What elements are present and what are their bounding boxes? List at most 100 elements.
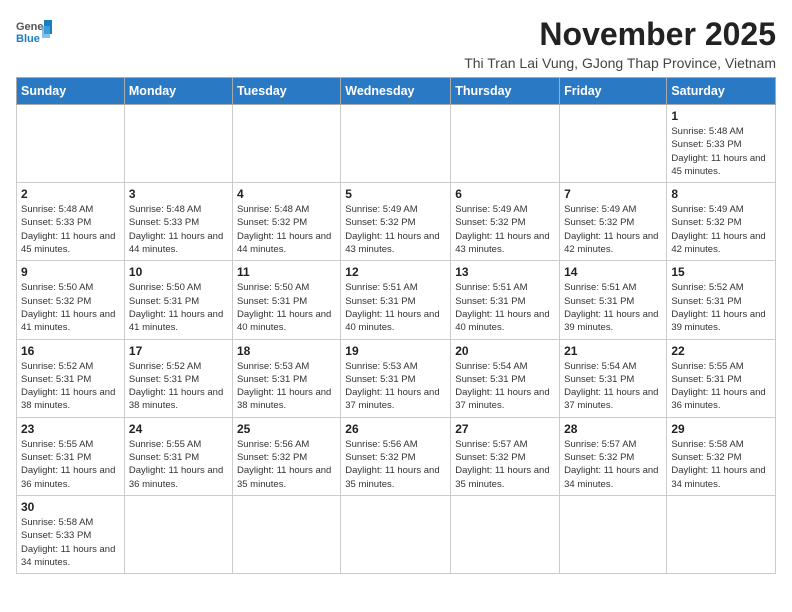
calendar-cell: 26 Sunrise: 5:56 AMSunset: 5:32 PMDayligh…	[341, 417, 451, 495]
cell-day-number: 1	[671, 109, 771, 123]
calendar-cell: 14 Sunrise: 5:51 AMSunset: 5:31 PMDayligh…	[560, 261, 667, 339]
cell-info: Sunrise: 5:51 AMSunset: 5:31 PMDaylight:…	[345, 281, 446, 334]
svg-text:Blue: Blue	[16, 33, 40, 45]
month-title: November 2025	[464, 16, 776, 53]
cell-info: Sunrise: 5:55 AMSunset: 5:31 PMDaylight:…	[129, 438, 228, 491]
calendar-cell: 1Sunrise: 5:48 AMSunset: 5:33 PMDaylight…	[667, 105, 776, 183]
calendar-cell: 30Sunrise: 5:58 AMSunset: 5:33 PMDayligh…	[17, 495, 125, 573]
cell-info: Sunrise: 5:56 AMSunset: 5:32 PMDaylight:…	[237, 438, 336, 491]
calendar-cell: 28 Sunrise: 5:57 AMSunset: 5:32 PMDayligh…	[560, 417, 667, 495]
cell-info: Sunrise: 5:48 AMSunset: 5:33 PMDaylight:…	[21, 203, 120, 256]
calendar-cell: 10 Sunrise: 5:50 AMSunset: 5:31 PMDayligh…	[124, 261, 232, 339]
calendar-cell: 24Sunrise: 5:55 AMSunset: 5:31 PMDayligh…	[124, 417, 232, 495]
title-area: November 2025 Thi Tran Lai Vung, GJong T…	[464, 16, 776, 71]
week-row-2: 2 Sunrise: 5:48 AMSunset: 5:33 PMDaylight…	[17, 183, 776, 261]
cell-day-number: 20	[455, 344, 555, 358]
cell-day-number: 26	[345, 422, 446, 436]
calendar-cell: 5 Sunrise: 5:49 AMSunset: 5:32 PMDaylight…	[341, 183, 451, 261]
cell-info: Sunrise: 5:50 AMSunset: 5:31 PMDaylight:…	[237, 281, 336, 334]
cell-day-number: 28	[564, 422, 662, 436]
calendar-cell: 29 Sunrise: 5:58 AMSunset: 5:32 PMDayligh…	[667, 417, 776, 495]
cell-info: Sunrise: 5:51 AMSunset: 5:31 PMDaylight:…	[564, 281, 662, 334]
header-saturday: Saturday	[667, 78, 776, 105]
cell-day-number: 27	[455, 422, 555, 436]
cell-info: Sunrise: 5:53 AMSunset: 5:31 PMDaylight:…	[345, 360, 446, 413]
cell-info: Sunrise: 5:50 AMSunset: 5:32 PMDaylight:…	[21, 281, 120, 334]
calendar-cell	[232, 495, 340, 573]
calendar-cell	[17, 105, 125, 183]
cell-day-number: 6	[455, 187, 555, 201]
cell-day-number: 4	[237, 187, 336, 201]
calendar-cell	[124, 495, 232, 573]
calendar-cell: 19 Sunrise: 5:53 AMSunset: 5:31 PMDayligh…	[341, 339, 451, 417]
header-tuesday: Tuesday	[232, 78, 340, 105]
calendar-cell: 9 Sunrise: 5:50 AMSunset: 5:32 PMDaylight…	[17, 261, 125, 339]
calendar-cell: 20 Sunrise: 5:54 AMSunset: 5:31 PMDayligh…	[451, 339, 560, 417]
cell-day-number: 30	[21, 500, 120, 514]
calendar-cell: 18 Sunrise: 5:53 AMSunset: 5:31 PMDayligh…	[232, 339, 340, 417]
cell-day-number: 22	[671, 344, 771, 358]
header-thursday: Thursday	[451, 78, 560, 105]
cell-day-number: 10	[129, 265, 228, 279]
cell-info: Sunrise: 5:54 AMSunset: 5:31 PMDaylight:…	[564, 360, 662, 413]
header-sunday: Sunday	[17, 78, 125, 105]
calendar-cell: 12 Sunrise: 5:51 AMSunset: 5:31 PMDayligh…	[341, 261, 451, 339]
cell-info: Sunrise: 5:52 AMSunset: 5:31 PMDaylight:…	[671, 281, 771, 334]
week-row-6: 30Sunrise: 5:58 AMSunset: 5:33 PMDayligh…	[17, 495, 776, 573]
logo: General Blue	[16, 16, 52, 48]
cell-info: Sunrise: 5:57 AMSunset: 5:32 PMDaylight:…	[455, 438, 555, 491]
cell-day-number: 5	[345, 187, 446, 201]
cell-day-number: 18	[237, 344, 336, 358]
calendar: SundayMondayTuesdayWednesdayThursdayFrid…	[16, 77, 776, 574]
cell-day-number: 16	[21, 344, 120, 358]
week-row-5: 23Sunrise: 5:55 AMSunset: 5:31 PMDayligh…	[17, 417, 776, 495]
cell-info: Sunrise: 5:50 AMSunset: 5:31 PMDaylight:…	[129, 281, 228, 334]
cell-day-number: 8	[671, 187, 771, 201]
cell-day-number: 15	[671, 265, 771, 279]
cell-info: Sunrise: 5:53 AMSunset: 5:31 PMDaylight:…	[237, 360, 336, 413]
calendar-cell: 4 Sunrise: 5:48 AMSunset: 5:32 PMDaylight…	[232, 183, 340, 261]
cell-day-number: 29	[671, 422, 771, 436]
cell-day-number: 11	[237, 265, 336, 279]
cell-info: Sunrise: 5:54 AMSunset: 5:31 PMDaylight:…	[455, 360, 555, 413]
cell-info: Sunrise: 5:58 AMSunset: 5:32 PMDaylight:…	[671, 438, 771, 491]
header-monday: Monday	[124, 78, 232, 105]
week-row-1: 1Sunrise: 5:48 AMSunset: 5:33 PMDaylight…	[17, 105, 776, 183]
cell-info: Sunrise: 5:49 AMSunset: 5:32 PMDaylight:…	[455, 203, 555, 256]
header: General Blue November 2025 Thi Tran Lai …	[16, 16, 776, 71]
cell-info: Sunrise: 5:48 AMSunset: 5:33 PMDaylight:…	[129, 203, 228, 256]
calendar-cell: 22Sunrise: 5:55 AMSunset: 5:31 PMDayligh…	[667, 339, 776, 417]
cell-info: Sunrise: 5:49 AMSunset: 5:32 PMDaylight:…	[345, 203, 446, 256]
calendar-cell	[232, 105, 340, 183]
cell-info: Sunrise: 5:52 AMSunset: 5:31 PMDaylight:…	[21, 360, 120, 413]
cell-day-number: 9	[21, 265, 120, 279]
day-header-row: SundayMondayTuesdayWednesdayThursdayFrid…	[17, 78, 776, 105]
cell-day-number: 13	[455, 265, 555, 279]
calendar-cell	[451, 105, 560, 183]
logo-icon: General Blue	[16, 16, 52, 48]
cell-day-number: 14	[564, 265, 662, 279]
calendar-cell	[451, 495, 560, 573]
header-wednesday: Wednesday	[341, 78, 451, 105]
cell-day-number: 17	[129, 344, 228, 358]
subtitle: Thi Tran Lai Vung, GJong Thap Province, …	[464, 55, 776, 71]
calendar-cell	[341, 105, 451, 183]
cell-info: Sunrise: 5:48 AMSunset: 5:32 PMDaylight:…	[237, 203, 336, 256]
calendar-cell	[560, 105, 667, 183]
calendar-cell: 11 Sunrise: 5:50 AMSunset: 5:31 PMDayligh…	[232, 261, 340, 339]
cell-info: Sunrise: 5:57 AMSunset: 5:32 PMDaylight:…	[564, 438, 662, 491]
cell-info: Sunrise: 5:52 AMSunset: 5:31 PMDaylight:…	[129, 360, 228, 413]
calendar-cell: 27 Sunrise: 5:57 AMSunset: 5:32 PMDayligh…	[451, 417, 560, 495]
calendar-cell: 2 Sunrise: 5:48 AMSunset: 5:33 PMDaylight…	[17, 183, 125, 261]
cell-info: Sunrise: 5:56 AMSunset: 5:32 PMDaylight:…	[345, 438, 446, 491]
cell-day-number: 19	[345, 344, 446, 358]
cell-day-number: 25	[237, 422, 336, 436]
calendar-cell	[124, 105, 232, 183]
cell-info: Sunrise: 5:49 AMSunset: 5:32 PMDaylight:…	[564, 203, 662, 256]
calendar-cell: 16 Sunrise: 5:52 AMSunset: 5:31 PMDayligh…	[17, 339, 125, 417]
cell-day-number: 3	[129, 187, 228, 201]
calendar-cell: 15 Sunrise: 5:52 AMSunset: 5:31 PMDayligh…	[667, 261, 776, 339]
week-row-3: 9 Sunrise: 5:50 AMSunset: 5:32 PMDaylight…	[17, 261, 776, 339]
cell-day-number: 12	[345, 265, 446, 279]
cell-day-number: 2	[21, 187, 120, 201]
